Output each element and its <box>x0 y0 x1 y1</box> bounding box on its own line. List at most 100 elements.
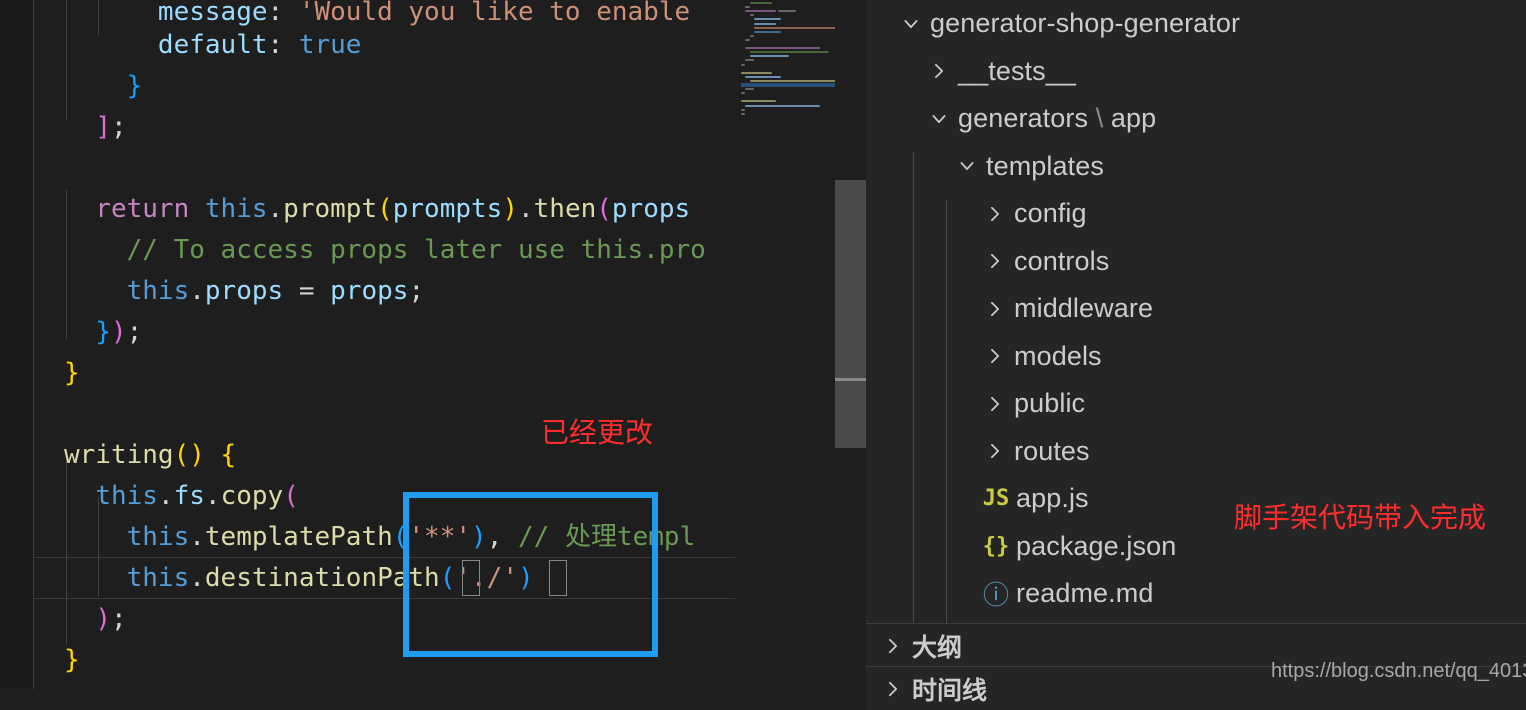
code-token: ; <box>408 276 425 306</box>
minimap-line <box>741 92 746 95</box>
code-token: this <box>126 276 190 306</box>
code-token: } <box>64 358 80 388</box>
code-token: } <box>64 645 80 675</box>
code-line[interactable]: this.props = props; <box>64 271 424 312</box>
minimap-line <box>745 6 750 9</box>
minimap-line <box>754 22 777 25</box>
tree-item-label: app.js <box>1016 483 1089 514</box>
minimap-line <box>754 18 781 21</box>
code-token: this <box>204 194 268 224</box>
chevron-right-icon[interactable] <box>874 636 912 656</box>
code-token: return <box>95 194 190 224</box>
code-line[interactable]: ); <box>64 599 127 640</box>
code-line[interactable]: } <box>64 640 80 681</box>
editor-vertical-scrollbar[interactable] <box>835 0 866 689</box>
chevron-right-icon[interactable] <box>976 251 1014 271</box>
code-token: copy <box>220 481 284 511</box>
code-line[interactable]: // To access props later use this.pro <box>64 230 706 271</box>
minimap-line <box>745 38 750 41</box>
tree-file-item[interactable]: ⓘ readme.md <box>866 570 1526 618</box>
minimap-line <box>741 63 746 66</box>
chevron-down-icon[interactable] <box>948 156 986 176</box>
code-line[interactable]: }); <box>64 312 142 353</box>
chevron-right-icon[interactable] <box>976 299 1014 319</box>
tree-item-label: models <box>1014 340 1102 371</box>
code-token: ; <box>110 604 127 634</box>
vscode-window: message: 'Would you like to enable defau… <box>0 0 1526 710</box>
minimap-line <box>745 59 755 62</box>
tree-indent-guide <box>946 200 947 623</box>
chevron-down-icon[interactable] <box>920 109 958 129</box>
code-token: . <box>189 276 205 306</box>
code-line[interactable]: default: true <box>64 25 362 66</box>
tree-folder-item[interactable]: controls <box>866 238 1526 286</box>
code-line[interactable]: writing() { <box>64 435 236 476</box>
minimap-line <box>749 14 755 17</box>
tree-item-label: controls <box>1014 245 1110 276</box>
scrollbar-thumb-divider <box>835 378 866 381</box>
code-token: ; <box>126 317 143 347</box>
code-token: fs <box>173 481 205 511</box>
chevron-right-icon[interactable] <box>976 394 1014 414</box>
minimap-line <box>749 51 829 54</box>
code-token: props <box>330 276 409 306</box>
minimap-line <box>778 10 796 13</box>
code-token: prompts <box>392 194 503 224</box>
chevron-right-icon[interactable] <box>920 61 958 81</box>
tree-item-label: generator-shop-generator <box>930 8 1241 39</box>
tree-folder-item[interactable]: routes <box>866 428 1526 476</box>
tree-folder-item[interactable]: models <box>866 333 1526 381</box>
code-token: 'Would you like to enable <box>298 0 691 27</box>
minimap-line <box>741 112 746 115</box>
minimap-line <box>749 55 790 58</box>
chevron-right-icon[interactable] <box>976 346 1014 366</box>
tree-item-label: middleware <box>1014 293 1154 324</box>
minimap-line <box>745 47 821 50</box>
chevron-right-icon[interactable] <box>976 204 1014 224</box>
tree-item-label: readme.md <box>1016 578 1154 609</box>
scrollbar-thumb[interactable] <box>835 180 866 448</box>
tree-item-label: routes <box>1014 435 1090 466</box>
tree-item-label: public <box>1014 388 1086 419</box>
explorer-sidebar[interactable]: generator-shop-generator __tests__ generat… <box>866 0 1526 710</box>
tree-folder-item[interactable]: public <box>866 380 1526 428</box>
minimap-line <box>745 88 755 91</box>
code-line[interactable]: this.fs.copy( <box>64 476 299 517</box>
code-token: () <box>173 440 205 470</box>
minimap-selection-highlight <box>741 83 835 87</box>
tree-folder-item[interactable]: generator-shop-generator <box>866 0 1526 48</box>
minimap-line <box>741 108 746 111</box>
code-token: } <box>126 71 143 101</box>
tree-folder-item[interactable]: templates <box>866 143 1526 191</box>
code-line[interactable]: } <box>64 353 80 394</box>
tree-folder-item[interactable]: generators \ app <box>866 95 1526 143</box>
info-file-icon: ⓘ <box>982 581 1009 612</box>
tree-folder-item[interactable]: config <box>866 190 1526 238</box>
tree-item-label: package.json <box>1016 530 1177 561</box>
code-token: // To access props later use this.pro <box>126 235 706 265</box>
code-line[interactable]: } <box>64 66 143 107</box>
minimap[interactable] <box>735 0 838 689</box>
code-token: true <box>298 30 362 60</box>
tree-folder-item[interactable]: __tests__ <box>866 48 1526 96</box>
code-line[interactable]: return this.prompt(prompts).then(props <box>64 189 690 230</box>
chevron-right-icon[interactable] <box>976 441 1014 461</box>
chevron-down-icon[interactable] <box>892 14 930 34</box>
tree-folder-item[interactable]: middleware <box>866 285 1526 333</box>
code-token: ( <box>377 194 393 224</box>
code-token: prompt <box>283 194 378 224</box>
tree-indent-guide <box>913 152 914 623</box>
code-token: message <box>157 0 268 27</box>
json-file-icon: {} <box>982 533 1010 559</box>
minimap-line <box>754 26 838 29</box>
code-line[interactable]: ]; <box>64 107 126 148</box>
